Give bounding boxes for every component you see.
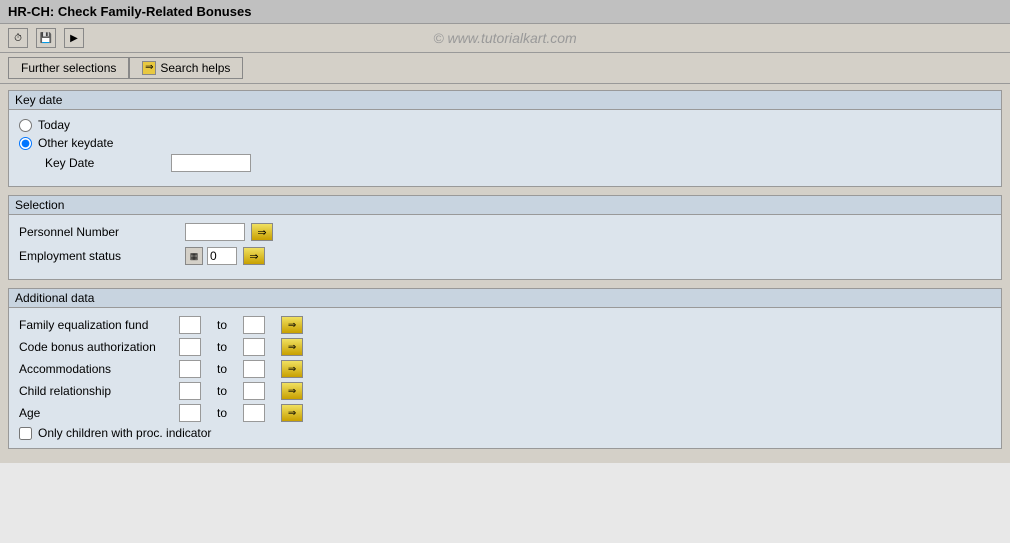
additional-label-0: Family equalization fund (19, 318, 179, 332)
additional-input-to-1[interactable] (243, 338, 265, 356)
additional-input-to-2[interactable] (243, 360, 265, 378)
tab-arrow-icon: ⇒ (142, 61, 156, 75)
additional-arrow-3[interactable]: ⇒ (281, 382, 303, 400)
additional-input-to-0[interactable] (243, 316, 265, 334)
key-date-section-title: Key date (9, 91, 1001, 110)
additional-row-4: Age to ⇒ (19, 404, 991, 422)
arrow-icon: ⇒ (288, 320, 296, 331)
additional-row-0: Family equalization fund to ⇒ (19, 316, 991, 334)
personnel-number-label: Personnel Number (19, 225, 179, 239)
page-title: HR-CH: Check Family-Related Bonuses (8, 4, 251, 19)
selection-section: Selection Personnel Number ⇒ Employment … (8, 195, 1002, 280)
arrow-icon: ⇒ (257, 226, 266, 239)
tab-further-selections-label: Further selections (21, 61, 116, 75)
key-date-label: Key Date (45, 156, 165, 170)
personnel-number-input[interactable] (185, 223, 245, 241)
additional-label-4: Age (19, 406, 179, 420)
additional-row-1: Code bonus authorization to ⇒ (19, 338, 991, 356)
today-radio[interactable] (19, 119, 32, 132)
personnel-number-row: Personnel Number ⇒ (19, 223, 991, 241)
employment-status-arrow-btn[interactable]: ⇒ (243, 247, 265, 265)
key-date-field-row: Key Date (19, 154, 991, 172)
employment-status-label: Employment status (19, 249, 179, 263)
additional-input-from-2[interactable] (179, 360, 201, 378)
personnel-number-arrow-btn[interactable]: ⇒ (251, 223, 273, 241)
additional-arrow-0[interactable]: ⇒ (281, 316, 303, 334)
other-keydate-label: Other keydate (38, 136, 113, 150)
clock-icon[interactable]: ⏱ (8, 28, 28, 48)
toolbar: ⏱ 💾 ▶ © www.tutorialkart.com (0, 24, 1010, 53)
employment-status-row: Employment status ▦ ⇒ (19, 247, 991, 265)
key-date-section-body: Today Other keydate Key Date (9, 110, 1001, 186)
additional-input-to-4[interactable] (243, 404, 265, 422)
title-bar: HR-CH: Check Family-Related Bonuses (0, 0, 1010, 24)
employment-status-input[interactable] (207, 247, 237, 265)
additional-row-2: Accommodations to ⇒ (19, 360, 991, 378)
main-content: Key date Today Other keydate Key Date Se… (0, 84, 1010, 463)
tabs-bar: Further selections ⇒ Search helps (0, 53, 1010, 84)
other-keydate-radio-row: Other keydate (19, 136, 991, 150)
tab-further-selections[interactable]: Further selections (8, 57, 129, 79)
arrow-icon: ⇒ (288, 386, 296, 397)
only-children-checkbox[interactable] (19, 427, 32, 440)
selection-section-body: Personnel Number ⇒ Employment status ▦ ⇒ (9, 215, 1001, 279)
employment-status-controls: ▦ (185, 247, 237, 265)
additional-row-3: Child relationship to ⇒ (19, 382, 991, 400)
arrow-icon: ⇒ (288, 364, 296, 375)
additional-input-from-0[interactable] (179, 316, 201, 334)
arrow-icon: ⇒ (288, 342, 296, 353)
additional-input-to-3[interactable] (243, 382, 265, 400)
today-label: Today (38, 118, 70, 132)
additional-to-0: to (201, 318, 243, 332)
additional-arrow-2[interactable]: ⇒ (281, 360, 303, 378)
additional-input-from-3[interactable] (179, 382, 201, 400)
additional-to-4: to (201, 406, 243, 420)
arrow-icon: ⇒ (288, 408, 296, 419)
key-date-section: Key date Today Other keydate Key Date (8, 90, 1002, 187)
only-children-label: Only children with proc. indicator (38, 426, 211, 440)
additional-input-from-1[interactable] (179, 338, 201, 356)
additional-data-section-body: Family equalization fund to ⇒ Code bonus… (9, 308, 1001, 448)
today-radio-row: Today (19, 118, 991, 132)
additional-data-section-title: Additional data (9, 289, 1001, 308)
tab-search-helps[interactable]: ⇒ Search helps (129, 57, 243, 79)
selection-section-title: Selection (9, 196, 1001, 215)
employment-status-icon[interactable]: ▦ (185, 247, 203, 265)
save-icon[interactable]: 💾 (36, 28, 56, 48)
additional-arrow-1[interactable]: ⇒ (281, 338, 303, 356)
print-icon[interactable]: ▶ (64, 28, 84, 48)
key-date-input[interactable] (171, 154, 251, 172)
additional-to-3: to (201, 384, 243, 398)
only-children-row: Only children with proc. indicator (19, 426, 991, 440)
arrow-icon: ⇒ (249, 250, 258, 263)
additional-label-1: Code bonus authorization (19, 340, 179, 354)
tab-search-helps-label: Search helps (160, 61, 230, 75)
additional-data-section: Additional data Family equalization fund… (8, 288, 1002, 449)
additional-to-1: to (201, 340, 243, 354)
other-keydate-radio[interactable] (19, 137, 32, 150)
watermark: © www.tutorialkart.com (433, 30, 576, 46)
additional-label-2: Accommodations (19, 362, 179, 376)
additional-input-from-4[interactable] (179, 404, 201, 422)
additional-arrow-4[interactable]: ⇒ (281, 404, 303, 422)
additional-label-3: Child relationship (19, 384, 179, 398)
additional-to-2: to (201, 362, 243, 376)
